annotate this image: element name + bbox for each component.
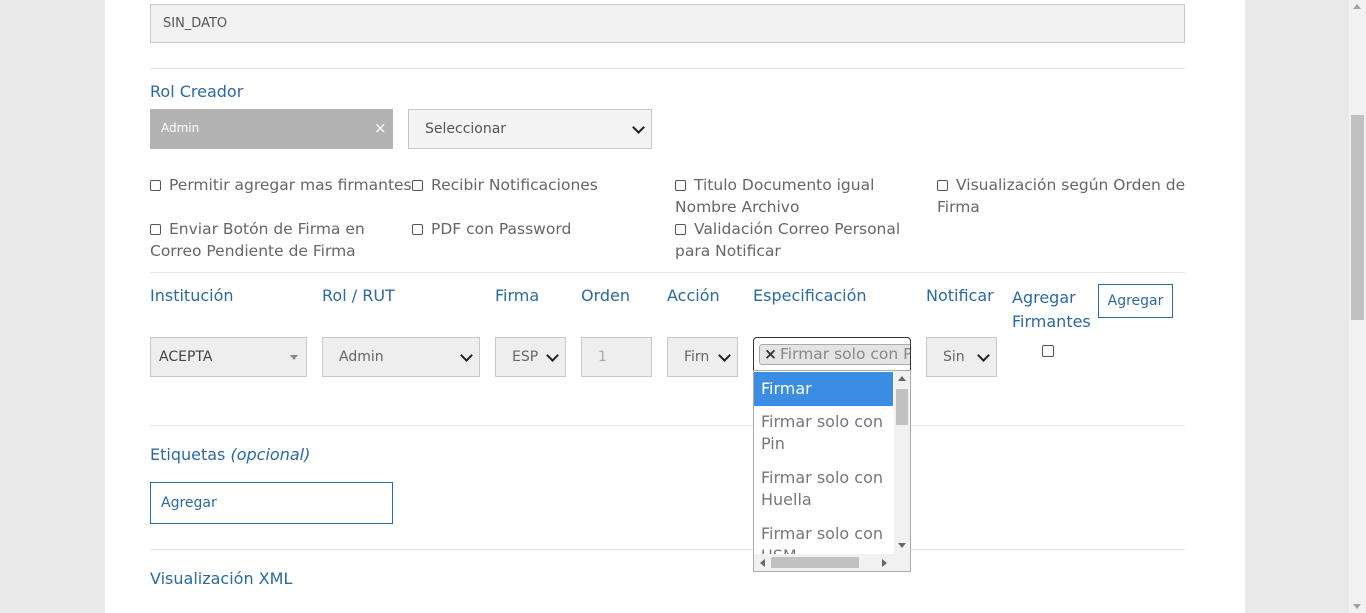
sin-dato-field[interactable]: SIN_DATO <box>150 4 1185 43</box>
dropdown-option[interactable]: Firmar solo con Huella <box>754 467 893 511</box>
dropdown-option[interactable]: Firmar <box>754 372 893 406</box>
option-label-2: Pin <box>761 434 785 453</box>
page-scrollbar[interactable] <box>1349 0 1366 613</box>
checkbox-label-2: Nombre Archivo <box>675 198 800 216</box>
accion-value: Firn <box>684 349 710 365</box>
checkbox-pdf-password[interactable]: PDF con Password <box>412 218 571 240</box>
scroll-left-icon[interactable] <box>760 559 765 567</box>
institucion-select[interactable]: ACEPTA <box>150 337 307 377</box>
institucion-value: ACEPTA <box>159 349 213 365</box>
rol-creador-tag-field[interactable]: Admin × <box>150 109 393 149</box>
etiquetas-label-text: Etiquetas <box>150 445 226 464</box>
chevron-down-icon <box>632 121 645 134</box>
divider <box>150 425 1185 426</box>
chevron-down-icon <box>460 349 473 362</box>
rol-rut-select[interactable]: Admin <box>322 337 480 377</box>
accion-select[interactable]: Firn <box>667 337 738 377</box>
checkbox-label-2: Correo Pendiente de Firma <box>150 242 356 260</box>
orden-placeholder: 1 <box>598 349 607 365</box>
header-notificar: Notificar <box>926 286 994 305</box>
checkbox-label: Permitir agregar mas firmantes <box>169 176 412 194</box>
rol-creador-label: Rol Creador <box>150 82 244 101</box>
visualizacion-xml-label: Visualización XML <box>150 569 293 588</box>
header-agregar-firmantes-1: Agregar <box>1012 288 1076 307</box>
especificacion-multiselect[interactable]: ×Firmar solo con Pin <box>753 337 911 371</box>
checkbox-recibir-notificaciones[interactable]: Recibir Notificaciones <box>412 174 598 196</box>
rol-creador-select-value: Seleccionar <box>425 121 507 137</box>
checkbox-box[interactable] <box>150 180 161 191</box>
checkbox-enviar-boton[interactable]: Enviar Botón de Firma en Correo Pendient… <box>150 218 365 262</box>
caret-down-icon <box>290 355 298 360</box>
scroll-up-icon[interactable] <box>898 376 906 381</box>
checkbox-label: PDF con Password <box>431 220 572 238</box>
etiquetas-optional: (opcional) <box>230 445 311 464</box>
firma-value: ESP <box>512 349 539 365</box>
sin-dato-value: SIN_DATO <box>163 16 228 31</box>
divider <box>150 68 1185 69</box>
checkbox-label: Recibir Notificaciones <box>431 176 598 194</box>
scroll-thumb[interactable] <box>1351 115 1364 320</box>
checkbox-visualizacion-orden[interactable]: Visualización según Orden de Firma <box>937 174 1185 218</box>
option-label: Firmar solo con <box>761 468 884 487</box>
especificacion-tag: ×Firmar solo con Pin <box>759 344 910 365</box>
option-label: Firmar solo con <box>761 524 884 543</box>
header-orden: Orden <box>581 286 631 305</box>
etiquetas-input[interactable]: Agregar <box>150 482 393 524</box>
etiquetas-label: Etiquetas (opcional) <box>150 445 310 464</box>
checkbox-permitir-agregar[interactable]: Permitir agregar mas firmantes <box>150 174 412 196</box>
chevron-down-icon <box>546 349 559 362</box>
especificacion-dropdown[interactable]: Firmar Firmar solo con Pin Firmar solo c… <box>753 370 911 572</box>
rol-creador-tag: Admin <box>161 121 200 135</box>
header-rol-rut: Rol / RUT <box>322 286 395 305</box>
notificar-value: Sin <box>943 349 965 365</box>
tag-remove-icon[interactable]: × <box>374 119 387 137</box>
header-firma: Firma <box>495 286 540 305</box>
firma-select[interactable]: ESP <box>495 337 566 377</box>
option-label: Firmar solo con <box>761 412 884 431</box>
dropdown-hscroll[interactable] <box>754 554 910 571</box>
checkbox-titulo-documento[interactable]: Titulo Documento igual Nombre Archivo <box>675 174 874 218</box>
header-agregar-firmantes-2: Firmantes <box>1012 312 1091 331</box>
rol-rut-value: Admin <box>339 349 384 365</box>
scroll-down-icon[interactable] <box>1353 604 1361 609</box>
option-label: Firmar <box>761 379 812 398</box>
checkbox-box[interactable] <box>675 180 686 191</box>
checkbox-validacion-correo[interactable]: Validación Correo Personal para Notifica… <box>675 218 900 262</box>
add-signer-button[interactable]: Agregar <box>1098 284 1173 318</box>
scroll-down-icon[interactable] <box>898 543 906 548</box>
orden-input[interactable]: 1 <box>581 337 652 377</box>
dropdown-option[interactable]: Firmar solo con Pin <box>754 411 893 455</box>
checkbox-label: Validación Correo Personal <box>694 220 901 238</box>
header-institucion: Institución <box>150 286 234 305</box>
dropdown-vscroll[interactable] <box>894 371 910 554</box>
header-especificacion: Especificación <box>753 286 867 305</box>
checkbox-label-2: para Notificar <box>675 242 781 260</box>
agregar-firmantes-checkbox[interactable] <box>1042 345 1054 357</box>
option-label-2: Huella <box>761 490 812 509</box>
scroll-up-icon[interactable] <box>1353 4 1361 9</box>
checkbox-box[interactable] <box>937 180 948 191</box>
checkbox-label: Titulo Documento igual <box>694 176 875 194</box>
chevron-down-icon <box>977 349 990 362</box>
divider <box>150 272 1185 273</box>
checkbox-box[interactable] <box>412 180 423 191</box>
checkbox-box[interactable] <box>675 224 686 235</box>
chevron-down-icon <box>718 349 731 362</box>
checkbox-label: Visualización según Orden de <box>956 176 1186 194</box>
divider <box>150 549 1185 550</box>
checkbox-label: Enviar Botón de Firma en <box>169 220 365 238</box>
rol-creador-select[interactable]: Seleccionar <box>408 109 652 149</box>
scroll-thumb[interactable] <box>896 389 908 425</box>
especificacion-tag-label: Firmar solo con Pin <box>780 345 910 363</box>
scroll-thumb[interactable] <box>771 557 859 568</box>
header-accion: Acción <box>667 286 720 305</box>
notificar-select[interactable]: Sin <box>926 337 997 377</box>
checkbox-box[interactable] <box>412 224 423 235</box>
tag-remove-icon[interactable]: × <box>764 345 777 363</box>
header-agregar-firmantes: Agregar Firmantes <box>1012 286 1091 334</box>
scroll-right-icon[interactable] <box>882 559 887 567</box>
checkbox-label-2: Firma <box>937 198 980 216</box>
checkbox-box[interactable] <box>150 224 161 235</box>
